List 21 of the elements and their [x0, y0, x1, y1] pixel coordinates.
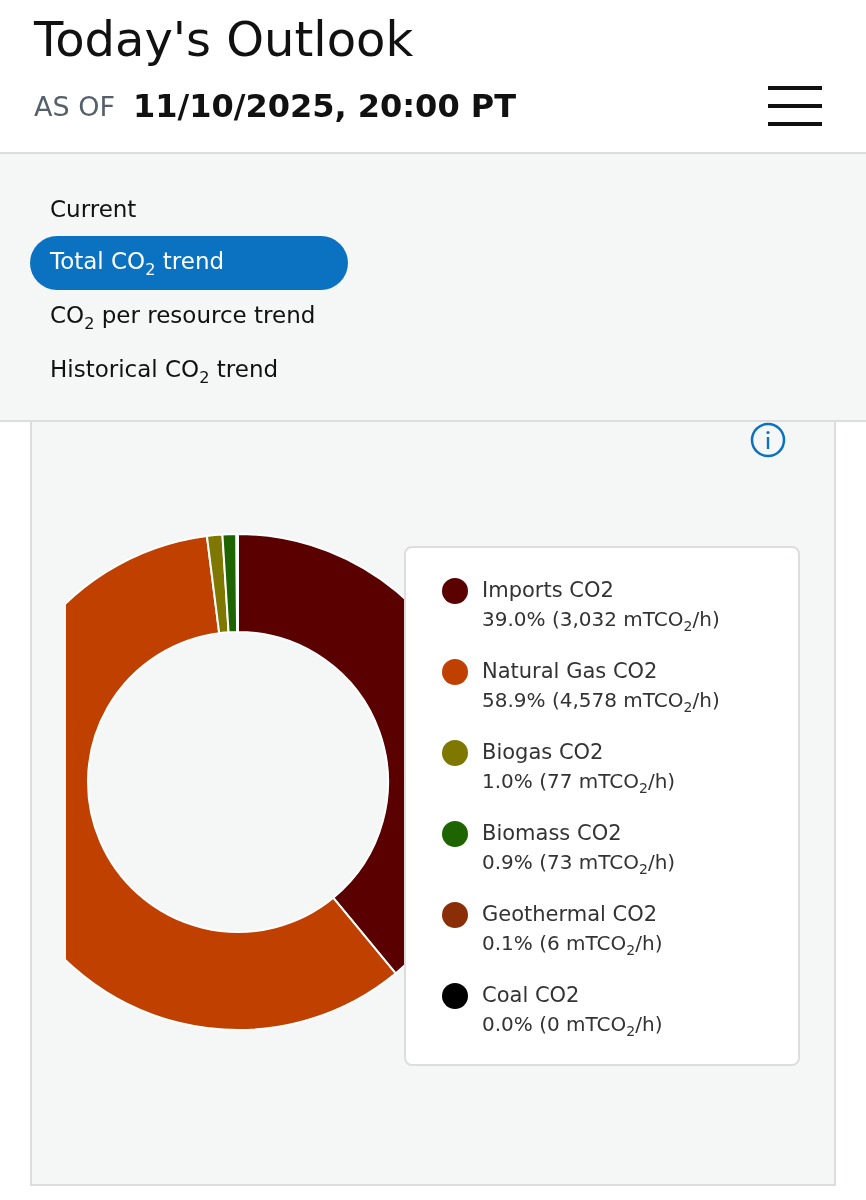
page-title: Today's Outlook: [34, 10, 415, 69]
as-of-timestamp: 11/10/2025, 20:00 PT: [133, 87, 517, 125]
legend-label: Coal CO2: [482, 982, 581, 1009]
legend-label: Natural Gas CO2: [482, 658, 659, 685]
legend-value: 1.0% (77 mTCO$_{2}$/h): [482, 768, 676, 798]
legend-label: Imports CO2: [482, 577, 615, 604]
as-of-label: AS OF: [34, 90, 115, 122]
legend-value: 0.1% (6 mTCO$_{2}$/h): [482, 930, 663, 960]
menu-item[interactable]: Historical CO$_{2}$ trend: [30, 344, 348, 398]
menu-item[interactable]: CO$_{2}$ per resource trend: [30, 290, 348, 344]
info-icon[interactable]: [750, 422, 786, 458]
legend-value: 58.9% (4,578 mTCO$_{2}$/h): [482, 687, 720, 717]
legend-value: 0.9% (73 mTCO$_{2}$/h): [482, 849, 676, 879]
legend-value: 0.0% (0 mTCO$_{2}$/h): [482, 1011, 663, 1041]
menu-item[interactable]: Current: [30, 182, 348, 236]
legend-label: Geothermal CO2: [482, 901, 659, 928]
menu-item[interactable]: Total CO$_{2}$ trend: [30, 236, 348, 290]
legend-label: Biogas CO2: [482, 739, 605, 766]
menu-icon[interactable]: [768, 86, 822, 126]
legend-value: 39.0% (3,032 mTCO$_{2}$/h): [482, 606, 720, 636]
legend-label: Biomass CO2: [482, 820, 623, 847]
